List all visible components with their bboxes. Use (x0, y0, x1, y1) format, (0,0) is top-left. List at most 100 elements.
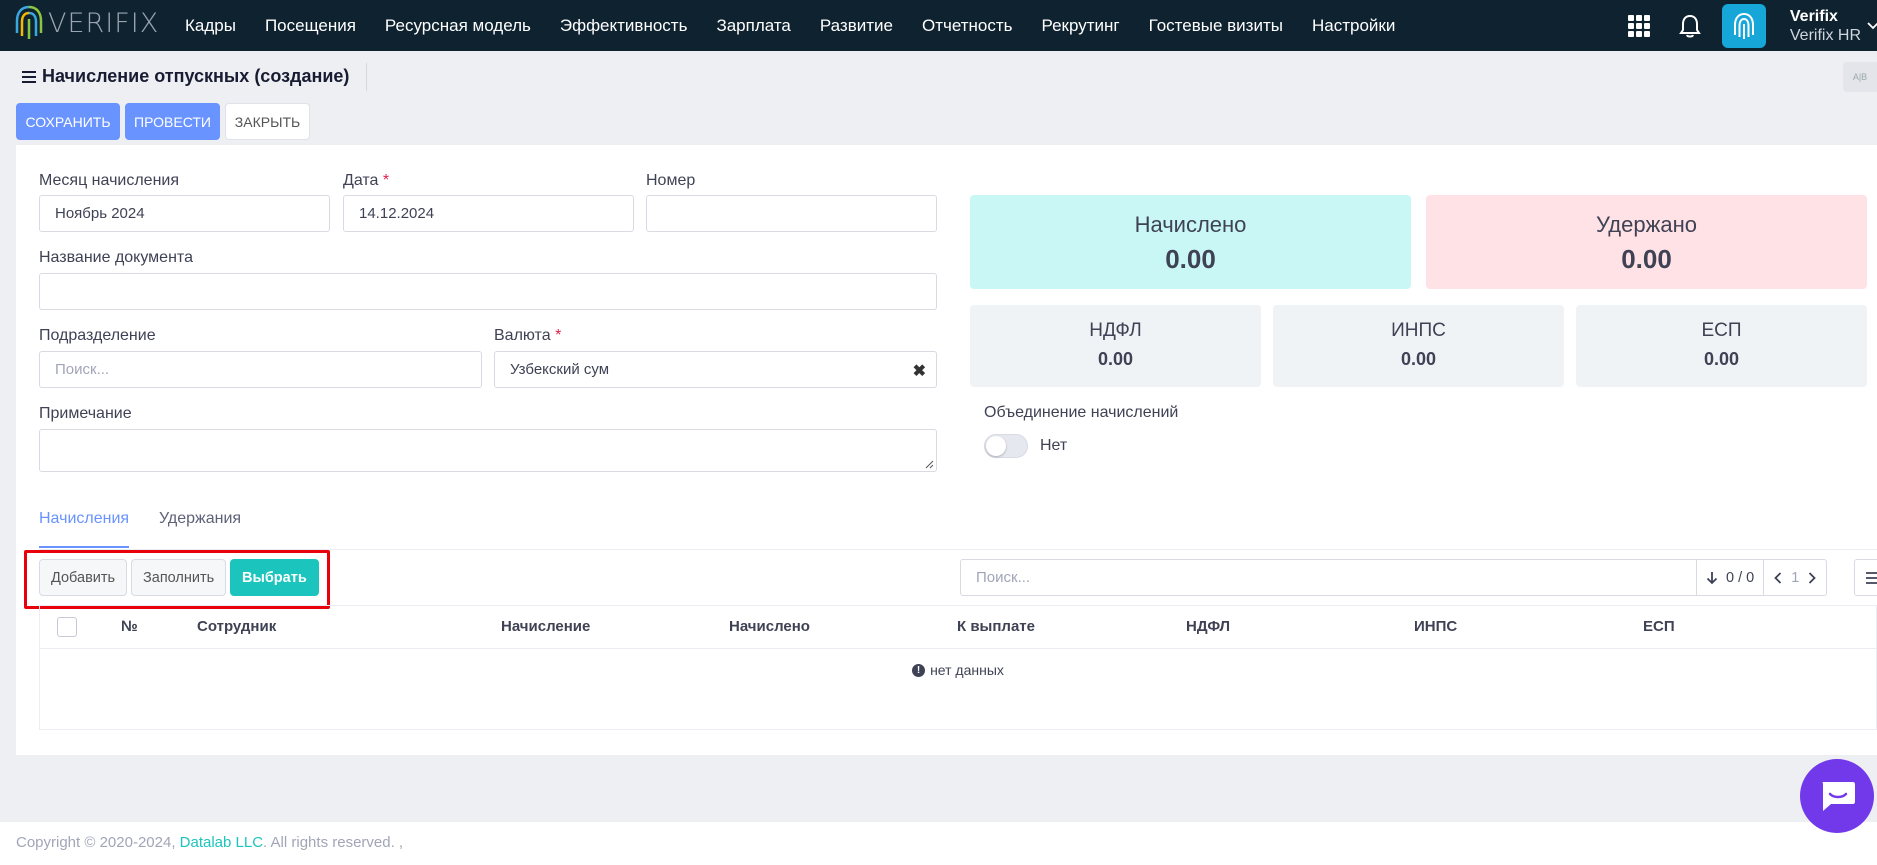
user-menu[interactable]: Verifix Verifix HR (1790, 7, 1861, 45)
nav-item-salary[interactable]: Зарплата (716, 16, 790, 36)
company-link[interactable]: Datalab LLC (180, 834, 263, 851)
column-header-accrual[interactable]: Начисление (501, 618, 590, 635)
accrued-total-label: Начислено (1134, 212, 1247, 237)
language-toggle-icon[interactable]: A|B (1843, 62, 1877, 92)
withheld-total-card: Удержано 0.00 (1426, 195, 1867, 289)
date-field[interactable]: 14.12.2024 (343, 195, 634, 232)
column-settings-button[interactable] (1854, 559, 1877, 596)
division-label: Подразделение (39, 327, 156, 344)
list-icon (1865, 571, 1877, 584)
tab-withholdings[interactable]: Удержания (159, 510, 241, 528)
nav-item-resource-model[interactable]: Ресурсная модель (385, 16, 531, 36)
esp-label: ЕСП (1701, 320, 1742, 341)
nav-item-kadry[interactable]: Кадры (185, 16, 236, 36)
brand-logo[interactable]: VERIFIX (14, 3, 159, 43)
arrow-down-icon (1706, 571, 1718, 584)
select-all-checkbox[interactable] (57, 617, 77, 637)
tab-accruals[interactable]: Начисления (39, 510, 130, 548)
currency-select[interactable]: Узбекский сум ✖ (494, 351, 937, 388)
chevron-down-icon[interactable] (1865, 18, 1877, 34)
action-toolbar: СОХРАНИТЬ ПРОВЕСТИ ЗАКРЫТЬ (16, 103, 310, 140)
accrued-total-card: Начислено 0.00 (970, 195, 1411, 289)
esp-card: ЕСП 0.00 (1576, 305, 1867, 387)
division-search-input[interactable]: Поиск... (39, 351, 482, 388)
apps-grid-icon[interactable] (1627, 14, 1650, 37)
user-org: Verifix HR (1789, 26, 1861, 44)
copyright-text: Copyright © 2020-2024, Datalab LLC. All … (16, 834, 404, 851)
note-textarea[interactable] (39, 429, 937, 472)
ndfl-label: НДФЛ (1089, 320, 1142, 341)
top-navbar: VERIFIX Кадры Посещения Ресурсная модель… (0, 0, 1877, 51)
column-header-accrued[interactable]: Начислено (729, 618, 810, 635)
row-counter[interactable]: 0 / 0 (1697, 560, 1765, 595)
page-title-text: Начисление отпускных (создание) (42, 66, 350, 86)
chevron-right-icon[interactable] (1807, 571, 1817, 585)
info-icon: ! (912, 663, 926, 677)
doc-name-label: Название документа (39, 249, 193, 266)
inps-label: ИНПС (1391, 320, 1446, 341)
save-button[interactable]: СОХРАНИТЬ (16, 103, 120, 140)
table-search-group: Поиск... 0 / 0 1 (960, 559, 1828, 596)
user-name: Verifix (1789, 7, 1838, 25)
ndfl-value: 0.00 (1097, 349, 1134, 369)
clear-icon[interactable]: ✖ (913, 361, 926, 381)
chat-button[interactable] (1800, 759, 1874, 833)
empty-state: ! нет данных (40, 662, 1876, 678)
esp-value: 0.00 (1703, 349, 1740, 369)
inps-card: ИНПС 0.00 (1273, 305, 1564, 387)
nav-item-attendance[interactable]: Посещения (265, 16, 356, 36)
user-avatar[interactable] (1721, 3, 1766, 48)
column-header-employee[interactable]: Сотрудник (197, 618, 276, 635)
inps-value: 0.00 (1400, 349, 1437, 369)
row-count: 0 / 0 (1726, 569, 1755, 586)
withheld-total-value: 0.00 (1621, 244, 1672, 274)
merge-accruals-label: Объединение начислений (984, 404, 1179, 421)
bell-icon[interactable] (1678, 13, 1702, 39)
chevron-left-icon[interactable] (1773, 571, 1783, 585)
currency-required-mark: * (555, 327, 562, 344)
nav-item-development[interactable]: Развитие (820, 16, 893, 36)
close-button[interactable]: ЗАКРЫТЬ (225, 103, 310, 140)
number-label: Номер (646, 172, 696, 189)
chat-icon (1822, 782, 1855, 811)
merge-accruals-state: Нет (1040, 437, 1068, 454)
date-label: Дата * (343, 172, 390, 189)
footer: Copyright © 2020-2024, Datalab LLC. All … (0, 822, 1877, 865)
merge-accruals-toggle[interactable] (984, 434, 1028, 458)
ndfl-card: НДФЛ 0.00 (970, 305, 1261, 387)
date-required-mark: * (382, 172, 390, 189)
column-header-number[interactable]: № (121, 618, 138, 635)
highlight-box (24, 550, 330, 609)
fingerprint-icon (1733, 12, 1754, 39)
accruals-table: № Сотрудник Начисление Начислено К выпла… (39, 605, 1877, 730)
tabs-bar: Начисления Удержания (39, 510, 1877, 550)
currency-value: Узбекский сум (510, 361, 610, 378)
resize-grip-icon[interactable] (925, 460, 934, 469)
accrued-total-value: 0.00 (1165, 244, 1216, 274)
brand-logo-text: VERIFIX (48, 7, 160, 39)
post-button[interactable]: ПРОВЕСТИ (125, 103, 220, 140)
doc-name-field[interactable] (39, 273, 937, 310)
withheld-total-label: Удержано (1596, 212, 1697, 237)
month-label: Месяц начисления (39, 172, 180, 189)
nav-item-efficiency[interactable]: Эффективность (560, 16, 688, 36)
table-search-input[interactable]: Поиск... (961, 560, 1697, 595)
column-header-esp[interactable]: ЕСП (1643, 618, 1675, 635)
page-number: 1 (1791, 569, 1800, 586)
toggle-knob (986, 436, 1006, 456)
nav-item-recruiting[interactable]: Рекрутинг (1042, 16, 1120, 36)
fingerprint-logo-icon (15, 5, 43, 39)
month-field[interactable]: Ноябрь 2024 (39, 195, 330, 232)
number-field[interactable] (646, 195, 937, 232)
nav-item-reports[interactable]: Отчетность (922, 16, 1013, 36)
menu-icon[interactable] (22, 70, 36, 83)
page-title: Начисление отпускных (создание) (22, 66, 349, 87)
column-header-to-pay[interactable]: К выплате (957, 618, 1035, 635)
currency-label: Валюта * (494, 327, 562, 344)
column-header-ndfl[interactable]: НДФЛ (1186, 618, 1230, 635)
nav-item-guest-visits[interactable]: Гостевые визиты (1149, 16, 1283, 36)
nav-item-settings[interactable]: Настройки (1312, 16, 1395, 36)
main-nav: Кадры Посещения Ресурсная модель Эффекти… (185, 0, 1424, 51)
column-header-inps[interactable]: ИНПС (1414, 618, 1457, 635)
table-header: № Сотрудник Начисление Начислено К выпла… (40, 606, 1876, 649)
